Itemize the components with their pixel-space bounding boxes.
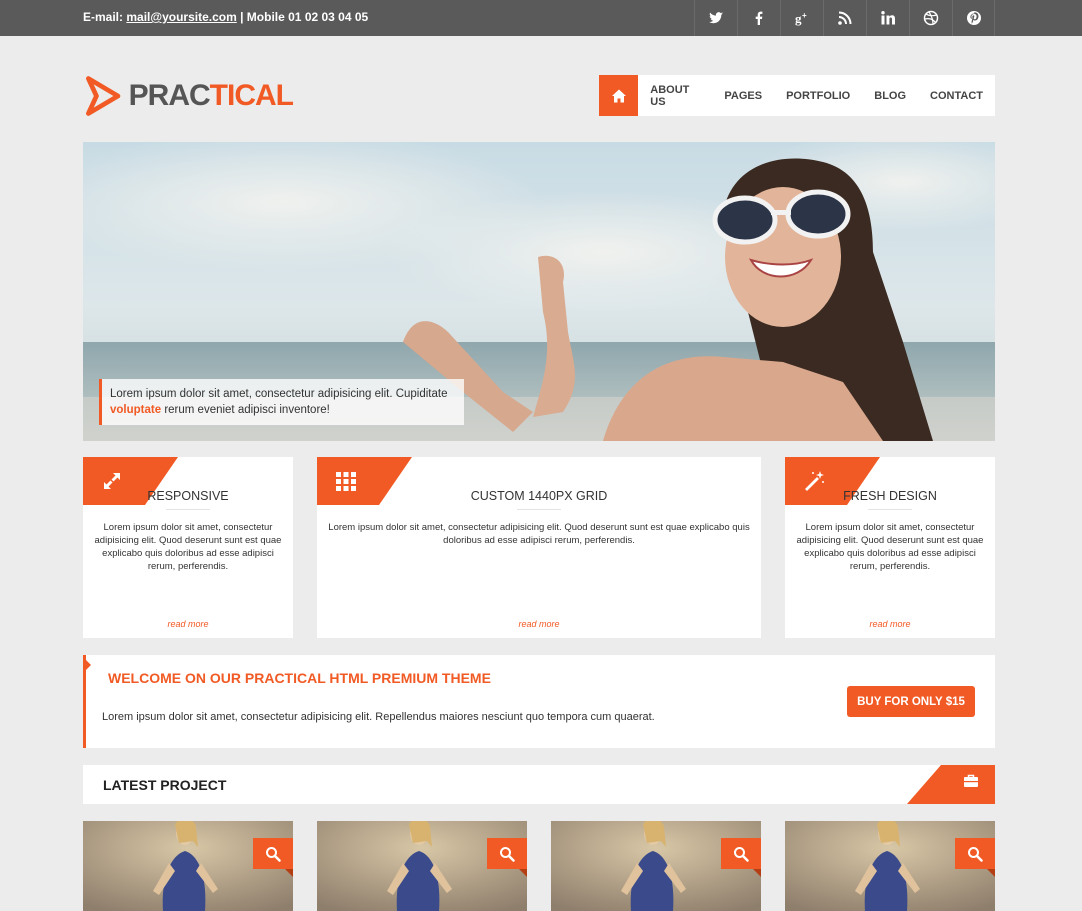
google-plus-icon[interactable]: g + bbox=[780, 0, 823, 36]
feature-text: Lorem ipsum dolor sit amet, consectetur … bbox=[796, 522, 984, 572]
welcome-text: Lorem ipsum dolor sit amet, consectetur … bbox=[102, 711, 655, 723]
briefcase-icon bbox=[964, 774, 978, 787]
linkedin-icon[interactable] bbox=[866, 0, 909, 36]
project-thumbnail[interactable] bbox=[785, 821, 995, 911]
feature-fresh-design: FRESH DESIGN Lorem ipsum dolor sit amet,… bbox=[785, 457, 995, 638]
latest-project-header: LATEST PROJECT bbox=[83, 765, 995, 804]
project-thumbnail[interactable] bbox=[317, 821, 527, 911]
home-icon[interactable] bbox=[599, 75, 639, 116]
feature-grid: CUSTOM 1440PX GRID Lorem ipsum dolor sit… bbox=[317, 457, 761, 638]
search-icon[interactable] bbox=[721, 838, 761, 877]
svg-text:+: + bbox=[802, 11, 807, 20]
top-bar: E-mail: mail@yoursite.com | Mobile 01 02… bbox=[0, 0, 1082, 36]
facebook-icon[interactable] bbox=[737, 0, 780, 36]
nav-pages[interactable]: PAGES bbox=[712, 90, 774, 102]
read-more-link[interactable]: read more bbox=[785, 619, 995, 629]
mobile-number: | Mobile 01 02 03 04 05 bbox=[240, 10, 369, 24]
header-corner bbox=[907, 765, 995, 804]
search-icon[interactable] bbox=[955, 838, 995, 877]
project-thumbnail[interactable] bbox=[551, 821, 761, 911]
search-icon[interactable] bbox=[253, 838, 293, 877]
callout-notch bbox=[83, 657, 91, 673]
nav-blog[interactable]: BLOG bbox=[862, 90, 918, 102]
hero-slider: Lorem ipsum dolor sit amet, consectetur … bbox=[83, 142, 995, 441]
hero-caption: Lorem ipsum dolor sit amet, consectetur … bbox=[99, 379, 464, 425]
divider bbox=[166, 509, 210, 510]
feature-text: Lorem ipsum dolor sit amet, consectetur … bbox=[94, 522, 282, 572]
email-link[interactable]: mail@yoursite.com bbox=[126, 10, 236, 24]
dribbble-icon[interactable] bbox=[909, 0, 952, 36]
logo-text: PRACTICAL bbox=[128, 79, 294, 112]
divider bbox=[868, 509, 912, 510]
welcome-callout: WELCOME ON OUR PRACTICAL HTML PREMIUM TH… bbox=[83, 655, 995, 748]
nav-contact[interactable]: CONTACT bbox=[918, 90, 995, 102]
main-nav: ABOUT US PAGES PORTFOLIO BLOG CONTACT bbox=[599, 75, 995, 116]
svg-text:g: g bbox=[795, 11, 802, 26]
feature-title: FRESH DESIGN bbox=[843, 489, 937, 503]
feature-text: Lorem ipsum dolor sit amet, consectetur … bbox=[328, 522, 750, 546]
buy-button[interactable]: BUY FOR ONLY $15 bbox=[847, 686, 975, 717]
project-thumbnail[interactable] bbox=[83, 821, 293, 911]
caption-highlight: voluptate bbox=[110, 404, 162, 416]
email-label: E-mail: bbox=[83, 10, 124, 24]
nav-about-us[interactable]: ABOUT US bbox=[638, 84, 712, 108]
twitter-icon[interactable] bbox=[694, 0, 737, 36]
site-logo[interactable]: PRACTICAL bbox=[83, 66, 294, 126]
logo-mark bbox=[86, 76, 121, 116]
rss-icon[interactable] bbox=[823, 0, 866, 36]
read-more-link[interactable]: read more bbox=[317, 619, 761, 629]
pinterest-icon[interactable] bbox=[952, 0, 995, 36]
welcome-title: WELCOME ON OUR PRACTICAL HTML PREMIUM TH… bbox=[108, 670, 491, 686]
nav-portfolio[interactable]: PORTFOLIO bbox=[774, 90, 862, 102]
search-icon[interactable] bbox=[487, 838, 527, 877]
contact-info: E-mail: mail@yoursite.com | Mobile 01 02… bbox=[83, 10, 368, 24]
feature-responsive: RESPONSIVE Lorem ipsum dolor sit amet, c… bbox=[83, 457, 293, 638]
divider bbox=[517, 509, 561, 510]
read-more-link[interactable]: read more bbox=[83, 619, 293, 629]
feature-title: RESPONSIVE bbox=[147, 489, 229, 503]
social-links: g + bbox=[694, 0, 995, 36]
section-title: LATEST PROJECT bbox=[103, 777, 227, 793]
feature-title: CUSTOM 1440PX GRID bbox=[470, 489, 608, 503]
